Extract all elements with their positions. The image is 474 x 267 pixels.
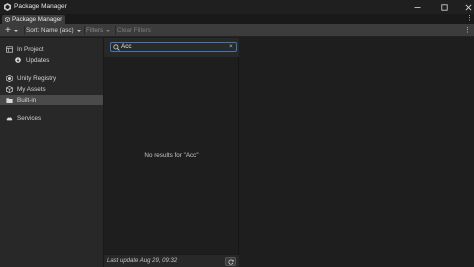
refresh-icon: [227, 259, 234, 265]
add-package-button[interactable]: +: [3, 25, 22, 36]
package-details-pane: [240, 38, 474, 267]
no-results-message: No results for "Acc": [144, 152, 199, 159]
search-field[interactable]: ×: [110, 42, 237, 52]
tab-strip: Package Manager ⋮: [0, 14, 474, 24]
chevron-down-icon: [13, 29, 18, 32]
update-badge-icon: [15, 57, 21, 63]
sidebar-item-label: In Project: [17, 45, 44, 53]
plus-icon: +: [5, 24, 11, 36]
clear-filters-button[interactable]: Clear Filters: [117, 25, 153, 36]
minimize-button[interactable]: [410, 1, 424, 13]
title-bar: Package Manager: [0, 0, 474, 14]
close-icon: [465, 4, 471, 10]
tab-package-manager[interactable]: Package Manager: [2, 15, 65, 24]
chevron-down-icon: [76, 29, 81, 32]
sidebar-item-services[interactable]: Services: [0, 113, 103, 123]
search-icon: [113, 44, 120, 51]
sidebar-item-label: Updates: [26, 56, 50, 64]
asset-box-icon: [6, 86, 13, 93]
search-bar: ×: [104, 38, 239, 57]
package-icon: [5, 17, 10, 22]
last-update-text: Last update Aug 29, 09:32: [107, 258, 178, 264]
filters-label: Filters: [86, 27, 104, 34]
project-folder-icon: [6, 46, 13, 53]
sidebar-item-in-project[interactable]: In Project: [0, 44, 103, 54]
maximize-button[interactable]: [437, 1, 451, 13]
built-in-folder-icon: [6, 98, 13, 103]
sidebar-item-label: Built-in: [17, 96, 37, 104]
sidebar-item-label: My Assets: [17, 85, 46, 93]
tab-menu-button[interactable]: ⋮: [466, 15, 473, 23]
clear-search-button[interactable]: ×: [229, 43, 233, 51]
sidebar-item-unity-registry[interactable]: Unity Registry: [0, 73, 103, 83]
sidebar-item-my-assets[interactable]: My Assets: [0, 84, 103, 94]
maximize-icon: [440, 3, 448, 11]
toolbar-divider: [24, 26, 25, 35]
unity-logo-icon: [6, 75, 13, 82]
window-title: Package Manager: [14, 3, 67, 10]
more-options-button[interactable]: ⋮: [463, 25, 472, 36]
sidebar-item-label: Unity Registry: [17, 74, 57, 82]
toolbar-divider: [115, 26, 116, 35]
close-button[interactable]: [461, 1, 474, 13]
minimize-icon: [414, 6, 420, 8]
clear-filters-label: Clear Filters: [117, 27, 151, 34]
status-bar: Last update Aug 29, 09:32: [104, 254, 239, 267]
sidebar-item-updates[interactable]: Updates: [0, 55, 103, 65]
toolbar-divider: [84, 26, 85, 35]
filters-dropdown[interactable]: Filters: [86, 25, 113, 36]
package-manager-window: Package Manager Package Manager ⋮ + Sort…: [0, 0, 474, 267]
package-list-pane: × No results for "Acc" Last update Aug 2…: [104, 38, 239, 267]
tab-label: Package Manager: [12, 16, 63, 23]
chevron-down-icon: [106, 29, 111, 32]
toolbar: + Sort: Name (asc) Filters Clear Filters…: [0, 24, 474, 37]
sort-dropdown[interactable]: Sort: Name (asc): [26, 25, 82, 36]
sidebar-item-built-in[interactable]: Built-in: [0, 95, 103, 105]
search-input[interactable]: [121, 43, 225, 51]
sort-label: Sort: Name (asc): [26, 27, 74, 34]
cloud-icon: [6, 117, 13, 121]
unity-logo-icon: [4, 3, 11, 11]
sidebar-item-label: Services: [17, 114, 42, 122]
sidebar: In Project Updates Unity Registry My Ass…: [0, 38, 104, 267]
refresh-button[interactable]: [225, 257, 236, 266]
